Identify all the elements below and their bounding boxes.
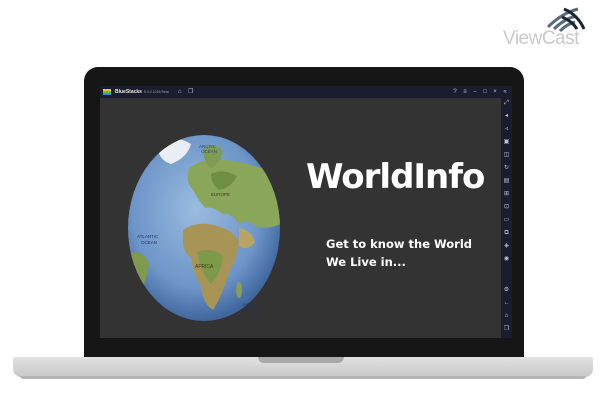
- home-icon[interactable]: ⌂: [177, 89, 183, 95]
- screenshot-icon[interactable]: ◫: [503, 152, 510, 159]
- tagline-line-1: Get to know the World: [326, 237, 473, 251]
- watermark-text: ViewCast: [503, 28, 579, 49]
- install-apk-icon[interactable]: ▤: [503, 178, 510, 185]
- laptop-base-edge: [20, 376, 586, 379]
- tagline-line-2: We Live in...: [326, 255, 406, 269]
- folder-icon[interactable]: ▭: [503, 217, 510, 224]
- settings-icon[interactable]: ⚙: [503, 287, 510, 294]
- fullscreen-icon[interactable]: ⤢: [503, 100, 510, 107]
- location-icon[interactable]: ◉: [503, 256, 510, 263]
- restore-icon[interactable]: □: [482, 89, 488, 95]
- macro-icon[interactable]: ⊞: [503, 191, 510, 198]
- page: ViewCast BlueStacks 5.9.0.1046 Beta ⌂ ❐ …: [0, 0, 602, 414]
- svg-text:OCEAN: OCEAN: [201, 149, 217, 154]
- volume-up-icon[interactable]: ◂: [503, 113, 510, 120]
- svg-text:EUROPE: EUROPE: [211, 192, 230, 197]
- keymap-icon[interactable]: ▣: [503, 139, 510, 146]
- svg-text:OCEAN: OCEAN: [244, 307, 258, 312]
- eco-mode-icon[interactable]: ◈: [503, 243, 510, 250]
- minimize-icon[interactable]: –: [472, 89, 478, 95]
- svg-text:AFRICA: AFRICA: [195, 264, 214, 270]
- multi-instance-sync-icon[interactable]: ⧉: [503, 230, 510, 237]
- globe-image: ARCTIC OCEAN EUROPE ATLANTIC OCEAN AFRIC…: [128, 135, 280, 321]
- back-icon[interactable]: ←: [503, 300, 510, 307]
- emulator-window: BlueStacks 5.9.0.1046 Beta ⌂ ❐ ? ≡ – □ ×…: [100, 86, 512, 338]
- multi-instance-icon[interactable]: ❐: [188, 89, 194, 95]
- close-icon[interactable]: ×: [492, 89, 498, 95]
- rotate-icon[interactable]: ↻: [503, 165, 510, 172]
- menu-icon[interactable]: ≡: [462, 89, 468, 95]
- app-name: BlueStacks: [115, 89, 142, 95]
- bluestacks-logo-icon: [103, 89, 111, 95]
- laptop-notch: [258, 357, 344, 363]
- camera-icon[interactable]: ⊡: [503, 204, 510, 211]
- emulator-sidebar: ⤢ ◂ ◃ ▣ ◫ ↻ ▤ ⊞ ⊡ ▭ ⧉ ◈ ◉ ⚙ ← ⌂ ❐: [501, 98, 512, 338]
- recent-apps-icon[interactable]: ❐: [503, 326, 510, 333]
- help-icon[interactable]: ?: [452, 89, 458, 95]
- emulator-titlebar: BlueStacks 5.9.0.1046 Beta ⌂ ❐ ? ≡ – □ ×…: [100, 86, 512, 98]
- volume-down-icon[interactable]: ◃: [503, 126, 510, 133]
- app-title: WorldInfo: [306, 157, 485, 197]
- svg-text:OCEAN: OCEAN: [141, 240, 157, 245]
- app-screen[interactable]: ARCTIC OCEAN EUROPE ATLANTIC OCEAN AFRIC…: [100, 98, 501, 338]
- home-icon[interactable]: ⌂: [503, 313, 510, 320]
- app-tagline: Get to know the World We Live in...: [326, 235, 472, 271]
- collapse-icon[interactable]: «: [502, 89, 508, 95]
- app-version: 5.9.0.1046 Beta: [143, 90, 169, 94]
- svg-text:ATLANTIC: ATLANTIC: [137, 234, 159, 239]
